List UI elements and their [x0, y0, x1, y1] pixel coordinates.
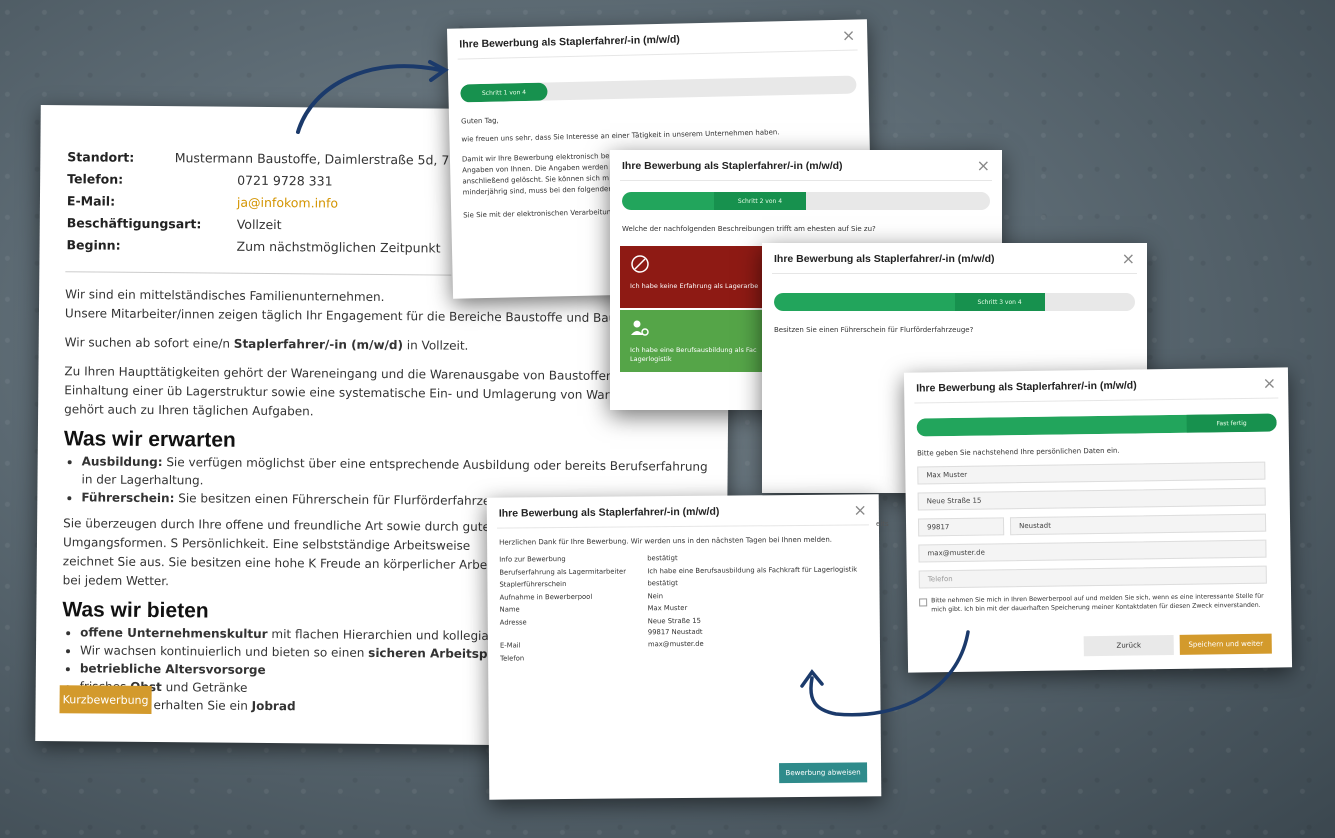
- arrow-to-modal-1: [296, 64, 442, 134]
- arrow-to-confirmation: [809, 630, 970, 717]
- arrows-overlay: [296, 60, 970, 717]
